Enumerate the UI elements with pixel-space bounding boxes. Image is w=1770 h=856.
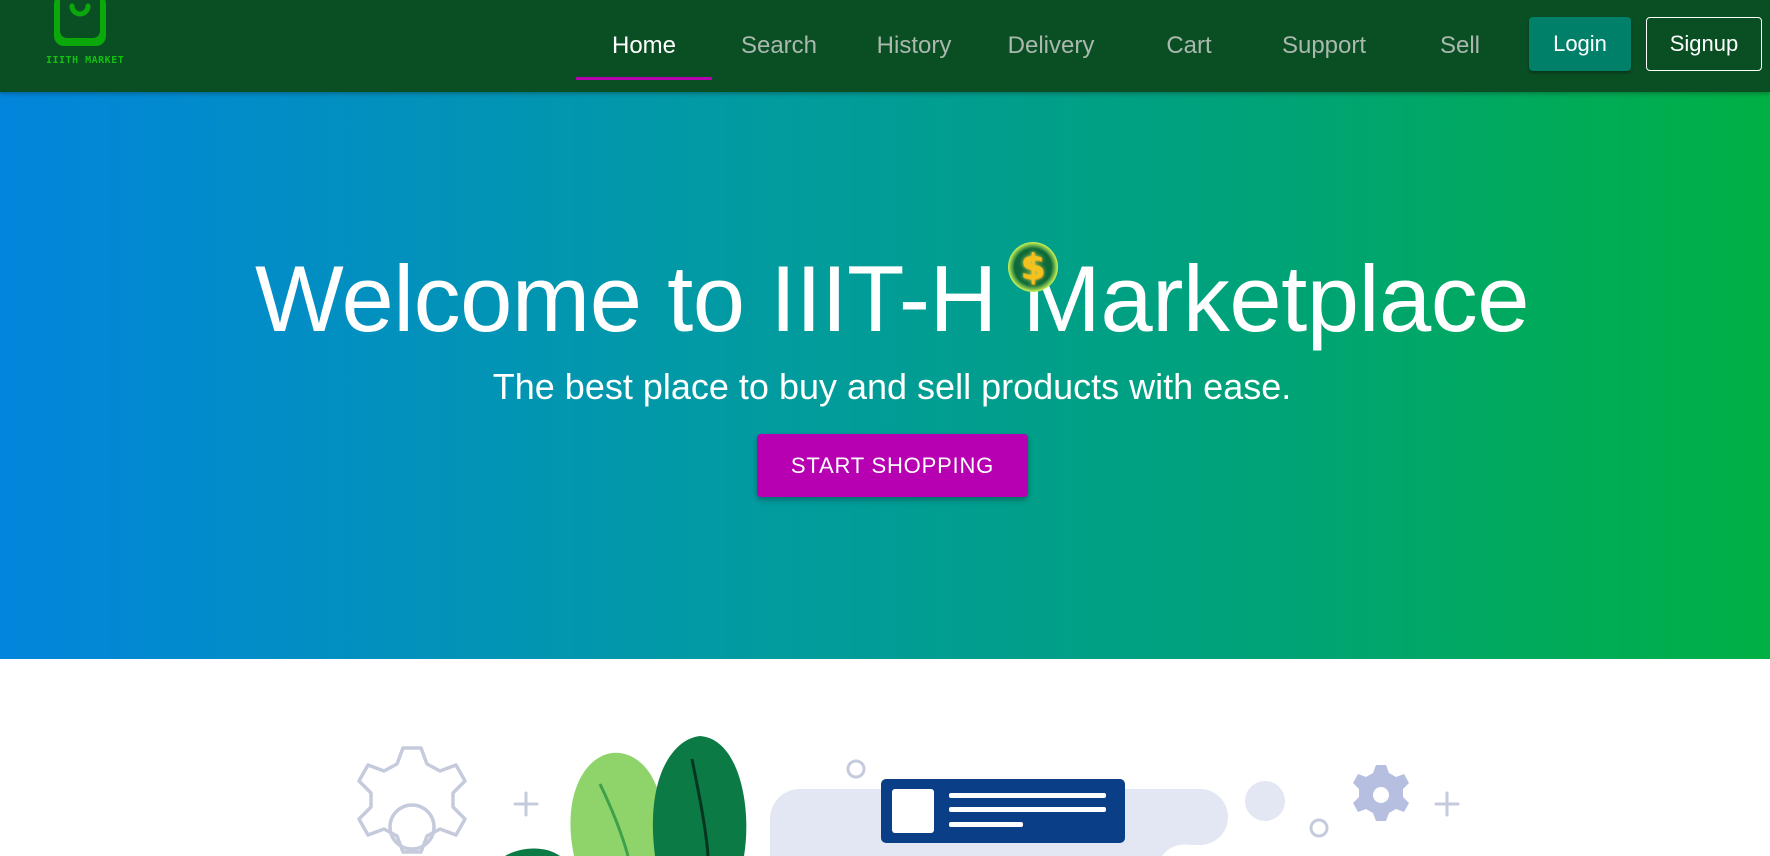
nav-history[interactable]: History [846, 0, 982, 92]
nav-home[interactable]: Home [576, 0, 712, 92]
hero-subtitle: The best place to buy and sell products … [492, 366, 1292, 407]
gear-icon [1353, 765, 1409, 821]
gear-outline-icon [357, 746, 467, 854]
nav-support[interactable]: Support [1256, 0, 1392, 92]
logo-text: IIITH MARKET [46, 55, 125, 66]
nav-cart[interactable]: Cart [1121, 0, 1257, 92]
nav-search[interactable]: Search [711, 0, 847, 92]
plus-icon [513, 791, 539, 817]
top-navbar: IIITH MARKET Home Search History Deliver… [0, 0, 1770, 92]
hero-title: Welcome to IIIT-H Marketplace [254, 246, 1530, 351]
small-circle-icon [846, 759, 866, 779]
nav-delivery[interactable]: Delivery [983, 0, 1119, 92]
small-circle-icon [1309, 818, 1329, 838]
login-button[interactable]: Login [1529, 17, 1631, 71]
leaf-plant-illustration [505, 736, 747, 856]
marketplace-illustration [0, 659, 1770, 856]
signup-button[interactable]: Signup [1646, 17, 1762, 71]
plus-icon [1434, 791, 1460, 817]
id-card-icon [881, 779, 1125, 843]
dollar-coin-icon: $ [1008, 242, 1058, 292]
hero-banner: Welcome to IIIT-H Marketplace $ The best… [0, 92, 1770, 659]
nav-sell[interactable]: Sell [1392, 0, 1528, 92]
start-shopping-button[interactable]: START SHOPPING [757, 434, 1028, 497]
